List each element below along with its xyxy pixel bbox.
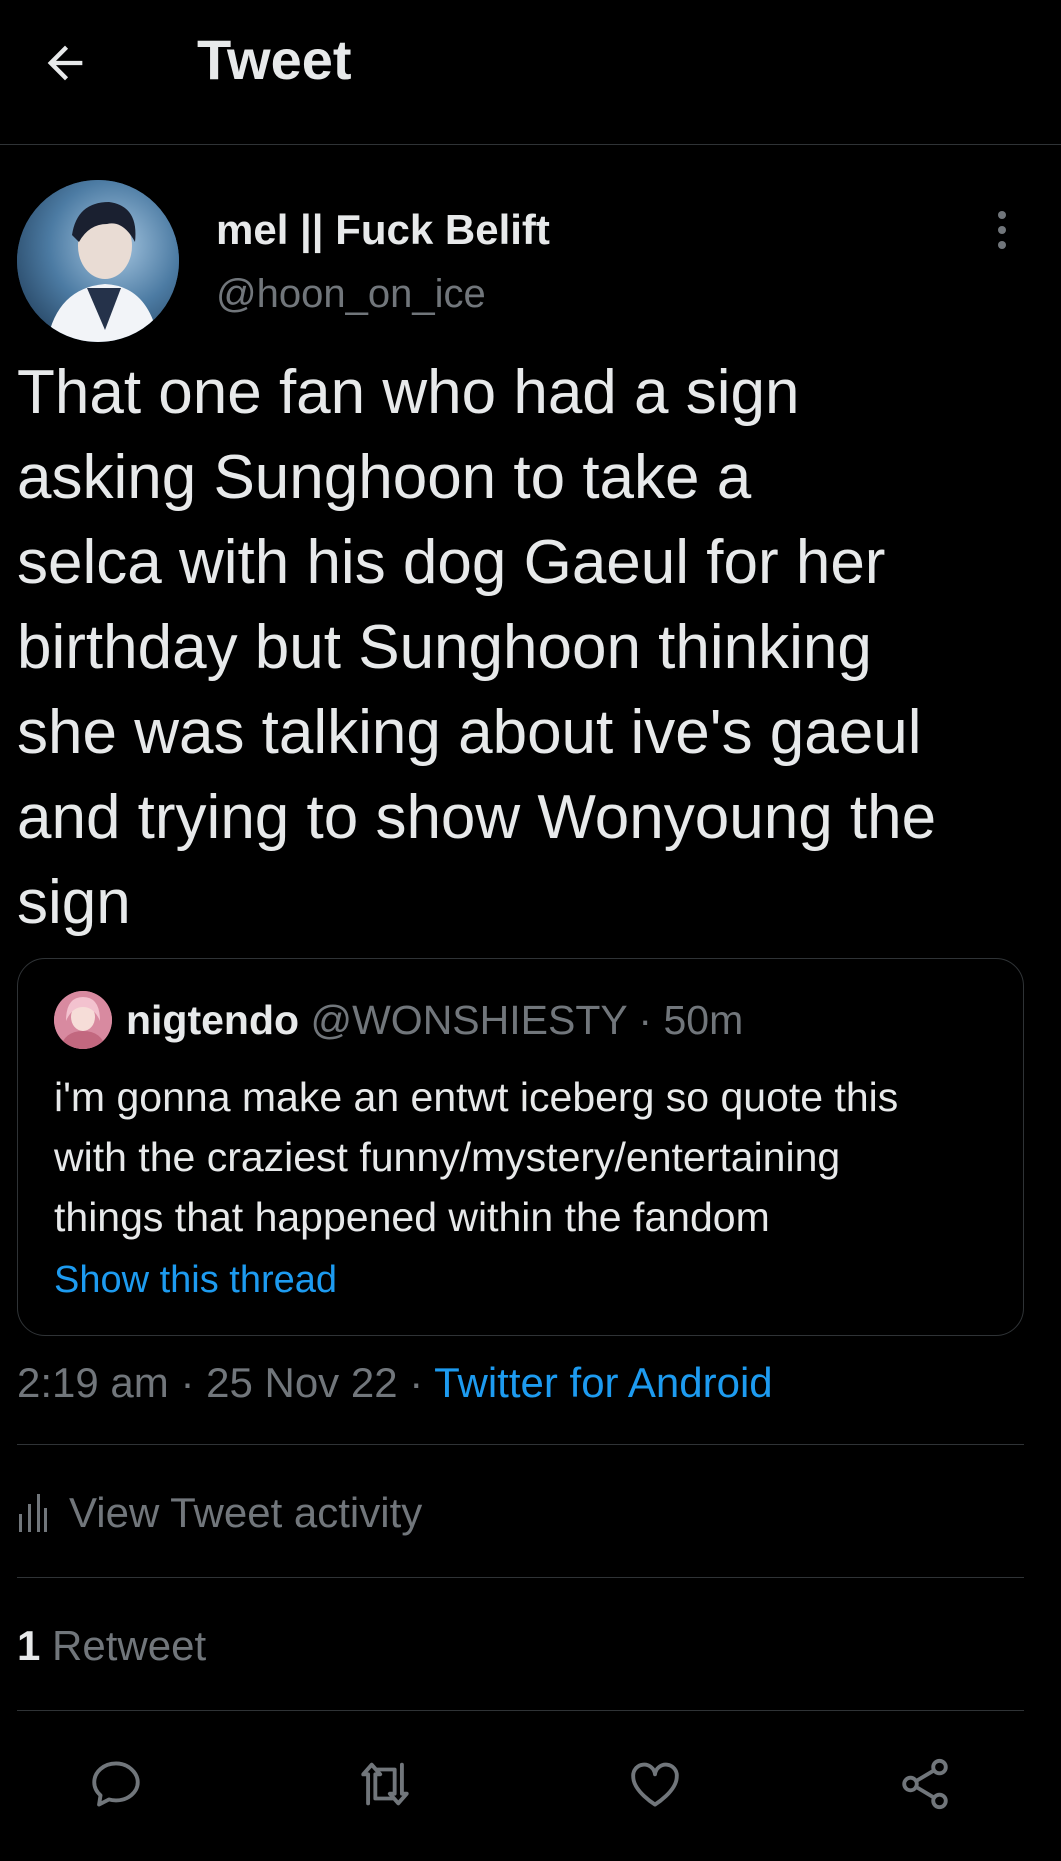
more-vertical-icon bbox=[998, 211, 1006, 249]
quote-separator: · bbox=[638, 997, 653, 1043]
quote-author-name[interactable]: nigtendo bbox=[126, 997, 299, 1043]
tweet-text: That one fan who had a sign asking Sungh… bbox=[17, 358, 937, 937]
reply-icon bbox=[92, 1761, 140, 1807]
retweet-icon bbox=[361, 1762, 409, 1806]
retweet-count: 1 bbox=[17, 1622, 41, 1669]
arrow-left-icon bbox=[47, 45, 83, 81]
tweet-time: 2:19 am bbox=[17, 1359, 169, 1406]
quote-timestamp: 50m bbox=[663, 997, 744, 1043]
show-thread-link[interactable]: Show this thread bbox=[54, 1257, 337, 1303]
author-display-name[interactable]: mel || Fuck Belift bbox=[216, 205, 550, 255]
view-activity-label: View Tweet activity bbox=[69, 1489, 423, 1536]
divider bbox=[17, 1710, 1024, 1711]
retweet-label: Retweet bbox=[52, 1622, 207, 1669]
meta-separator: · bbox=[409, 1359, 424, 1406]
analytics-icon bbox=[19, 1494, 47, 1532]
like-button[interactable] bbox=[623, 1752, 687, 1816]
more-options-button[interactable] bbox=[980, 200, 1024, 260]
avatar[interactable] bbox=[17, 180, 179, 342]
share-button[interactable] bbox=[893, 1752, 957, 1816]
meta-separator: · bbox=[180, 1359, 195, 1406]
quote-text: i'm gonna make an entwt iceberg so quote… bbox=[54, 1074, 899, 1240]
quote-avatar[interactable] bbox=[54, 991, 112, 1049]
back-button[interactable] bbox=[30, 28, 100, 98]
view-activity-button[interactable]: View Tweet activity bbox=[17, 1488, 422, 1538]
retweet-button[interactable] bbox=[353, 1752, 417, 1816]
quote-author-handle[interactable]: @WONSHIESTY bbox=[310, 997, 627, 1043]
quoted-tweet-card[interactable]: nigtendo @WONSHIESTY · 50m i'm gonna mak… bbox=[17, 958, 1024, 1336]
quote-header: nigtendo @WONSHIESTY · 50m bbox=[126, 995, 743, 1045]
tweet-date: 25 Nov 22 bbox=[206, 1359, 398, 1406]
divider bbox=[17, 1444, 1024, 1445]
page-title: Tweet bbox=[197, 28, 352, 91]
tweet-source-link[interactable]: Twitter for Android bbox=[434, 1359, 772, 1406]
avatar-image bbox=[17, 180, 179, 342]
retweet-stat[interactable]: 1 Retweet bbox=[17, 1621, 206, 1671]
header-bar: Tweet bbox=[0, 0, 1061, 145]
author-handle[interactable]: @hoon_on_ice bbox=[216, 270, 486, 318]
like-icon bbox=[631, 1762, 679, 1807]
tweet-meta: 2:19 am · 25 Nov 22 · Twitter for Androi… bbox=[17, 1358, 773, 1408]
divider bbox=[17, 1577, 1024, 1578]
quote-avatar-image bbox=[54, 991, 112, 1049]
share-icon bbox=[902, 1758, 948, 1810]
reply-button[interactable] bbox=[84, 1752, 148, 1816]
